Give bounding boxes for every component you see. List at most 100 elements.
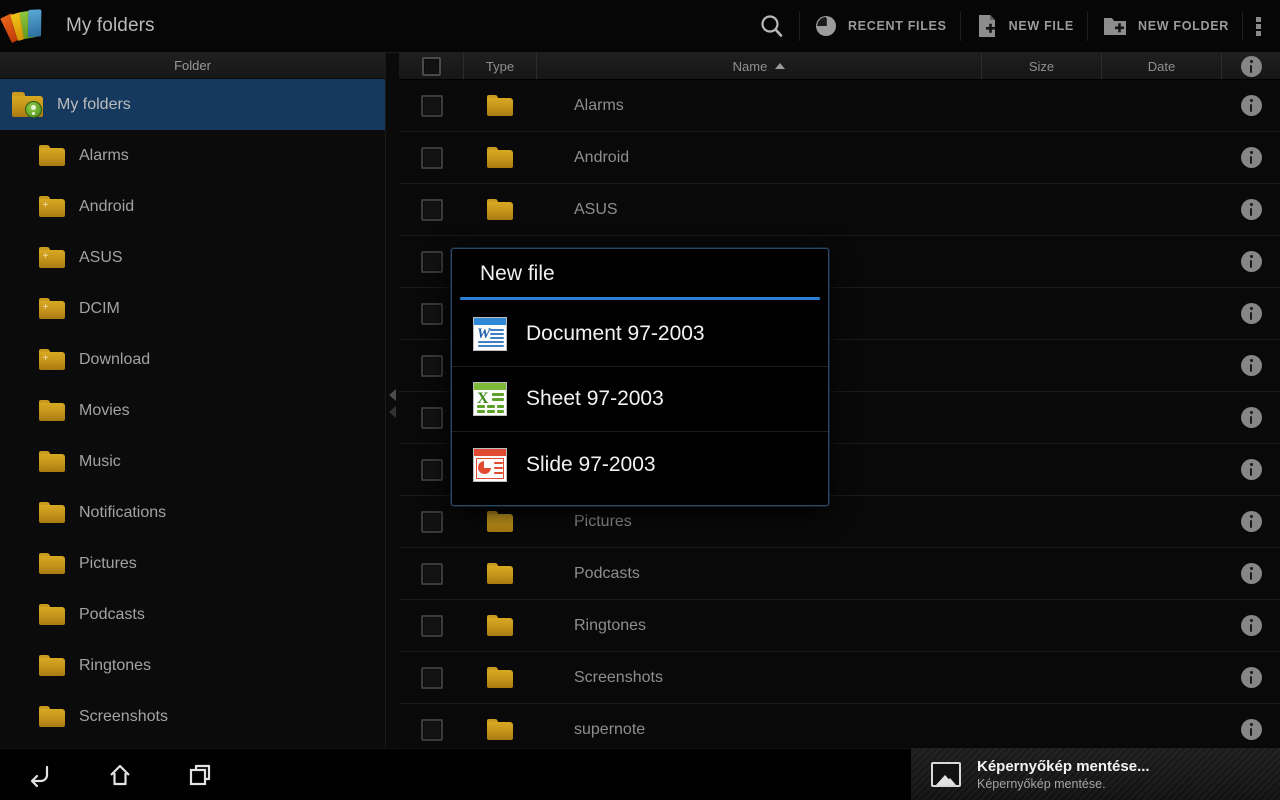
row-checkbox[interactable] [420, 666, 443, 689]
row-info-button[interactable] [1222, 303, 1280, 324]
table-row[interactable]: Alarms [399, 80, 1280, 132]
back-button[interactable] [0, 749, 80, 800]
sidebar-item-music[interactable]: Music [0, 436, 385, 487]
sidebar-item-download[interactable]: + Download [0, 334, 385, 385]
row-checkbox-cell[interactable] [399, 666, 464, 689]
row-name-label: ASUS [574, 200, 618, 218]
row-info-button[interactable] [1222, 563, 1280, 584]
row-checkbox[interactable] [420, 354, 443, 377]
select-all-checkbox[interactable] [421, 56, 441, 76]
row-info-button[interactable] [1222, 95, 1280, 116]
sidebar-item-label: Movies [79, 401, 130, 419]
row-checkbox-cell[interactable] [399, 146, 464, 169]
sidebar-collapse-handle[interactable] [386, 378, 399, 428]
sidebar-item-alarms[interactable]: Alarms [0, 130, 385, 181]
row-checkbox[interactable] [420, 146, 443, 169]
table-row[interactable]: supernote [399, 704, 1280, 748]
sidebar-item-notifications[interactable]: Notifications [0, 487, 385, 538]
sidebar-item-my-folders[interactable]: My folders [0, 79, 385, 130]
sidebar-item-asus[interactable]: + ASUS [0, 232, 385, 283]
column-header-type-label: Type [485, 58, 515, 74]
notification-text: Képernyőkép mentése... Képernyőkép menté… [977, 758, 1150, 791]
table-row[interactable]: Podcasts [399, 548, 1280, 600]
row-checkbox[interactable] [420, 718, 443, 741]
sidebar-item-screenshots[interactable]: Screenshots [0, 691, 385, 742]
row-checkbox[interactable] [420, 458, 443, 481]
info-icon [1240, 303, 1262, 324]
row-info-button[interactable] [1222, 459, 1280, 480]
overflow-menu-button[interactable] [1243, 0, 1280, 53]
table-row[interactable]: ASUS [399, 184, 1280, 236]
sidebar-item-ringtones[interactable]: Ringtones [0, 640, 385, 691]
home-icon [110, 764, 130, 785]
search-button[interactable] [745, 0, 799, 53]
dialog-option-document[interactable]: W Document 97-2003 [452, 302, 828, 367]
folder-icon [487, 666, 514, 689]
column-header-size[interactable]: Size [982, 53, 1102, 79]
row-checkbox[interactable] [420, 614, 443, 637]
column-header-name[interactable]: Name [537, 53, 982, 79]
overflow-menu-icon [1256, 17, 1261, 36]
notification-toast[interactable]: Képernyőkép mentése... Képernyőkép menté… [910, 748, 1280, 800]
folder-sidebar: Folder My folders Alarms + Android + ASUS + DCI… [0, 53, 386, 748]
column-header-type[interactable]: Type [464, 53, 537, 79]
row-checkbox[interactable] [420, 250, 443, 273]
recent-apps-button[interactable] [160, 749, 240, 800]
row-checkbox[interactable] [420, 562, 443, 585]
table-row[interactable]: Android [399, 132, 1280, 184]
folder-plus-icon: + [39, 297, 66, 320]
sidebar-item-label: Android [79, 197, 135, 215]
file-list-header: Type Name Size Date [399, 53, 1280, 80]
recent-apps-icon [189, 764, 211, 785]
notification-title: Képernyőkép mentése... [977, 757, 1150, 775]
new-file-button[interactable]: NEW FILE [961, 0, 1087, 53]
row-info-button[interactable] [1222, 147, 1280, 168]
dialog-option-slide[interactable]: Slide 97-2003 [452, 432, 828, 497]
sidebar-item-android[interactable]: + Android [0, 181, 385, 232]
row-info-button[interactable] [1222, 615, 1280, 636]
sidebar-item-dcim[interactable]: + DCIM [0, 283, 385, 334]
folder-plus-icon: + [39, 195, 66, 218]
row-info-button[interactable] [1222, 719, 1280, 740]
row-info-button[interactable] [1222, 407, 1280, 428]
sidebar-item-pictures[interactable]: Pictures [0, 538, 385, 589]
table-row[interactable]: Ringtones [399, 600, 1280, 652]
recent-files-button[interactable]: RECENT FILES [800, 0, 960, 53]
row-name-label: Screenshots [574, 668, 663, 686]
row-checkbox-cell[interactable] [399, 562, 464, 585]
column-header-date[interactable]: Date [1102, 53, 1222, 79]
sidebar-folder-list[interactable]: My folders Alarms + Android + ASUS + DCIM + Downl… [0, 79, 385, 748]
row-name-cell: ASUS [537, 201, 982, 219]
row-info-button[interactable] [1222, 511, 1280, 532]
row-info-button[interactable] [1222, 667, 1280, 688]
home-button[interactable] [80, 749, 160, 800]
row-name-cell: Pictures [537, 513, 982, 531]
dialog-option-label: Slide 97-2003 [526, 452, 656, 476]
sidebar-item-podcasts[interactable]: Podcasts [0, 589, 385, 640]
row-checkbox[interactable] [420, 198, 443, 221]
dialog-option-label: Document 97-2003 [526, 322, 705, 345]
sidebar-item-movies[interactable]: Movies [0, 385, 385, 436]
sidebar-header-label: Folder [174, 58, 211, 73]
row-checkbox[interactable] [420, 302, 443, 325]
row-checkbox-cell[interactable] [399, 510, 464, 533]
row-info-button[interactable] [1222, 355, 1280, 376]
row-checkbox-cell[interactable] [399, 198, 464, 221]
image-icon [931, 761, 961, 787]
row-info-button[interactable] [1222, 251, 1280, 272]
row-checkbox-cell[interactable] [399, 94, 464, 117]
row-checkbox[interactable] [420, 94, 443, 117]
table-row[interactable]: Screenshots [399, 652, 1280, 704]
row-checkbox-cell[interactable] [399, 718, 464, 741]
row-checkbox[interactable] [420, 406, 443, 429]
new-file-dialog: New file W Document 97-2003 X Sheet 97-2003… [451, 248, 829, 506]
row-checkbox[interactable] [420, 510, 443, 533]
row-name-label: supernote [574, 720, 646, 738]
column-header-info[interactable] [1222, 53, 1280, 79]
row-info-button[interactable] [1222, 199, 1280, 220]
row-checkbox-cell[interactable] [399, 614, 464, 637]
new-folder-button[interactable]: NEW FOLDER [1088, 0, 1242, 53]
dialog-options-list[interactable]: W Document 97-2003 X Sheet 97-2003 Slide 97-… [452, 300, 828, 505]
column-header-select-all[interactable] [399, 53, 464, 79]
dialog-option-sheet[interactable]: X Sheet 97-2003 [452, 367, 828, 432]
